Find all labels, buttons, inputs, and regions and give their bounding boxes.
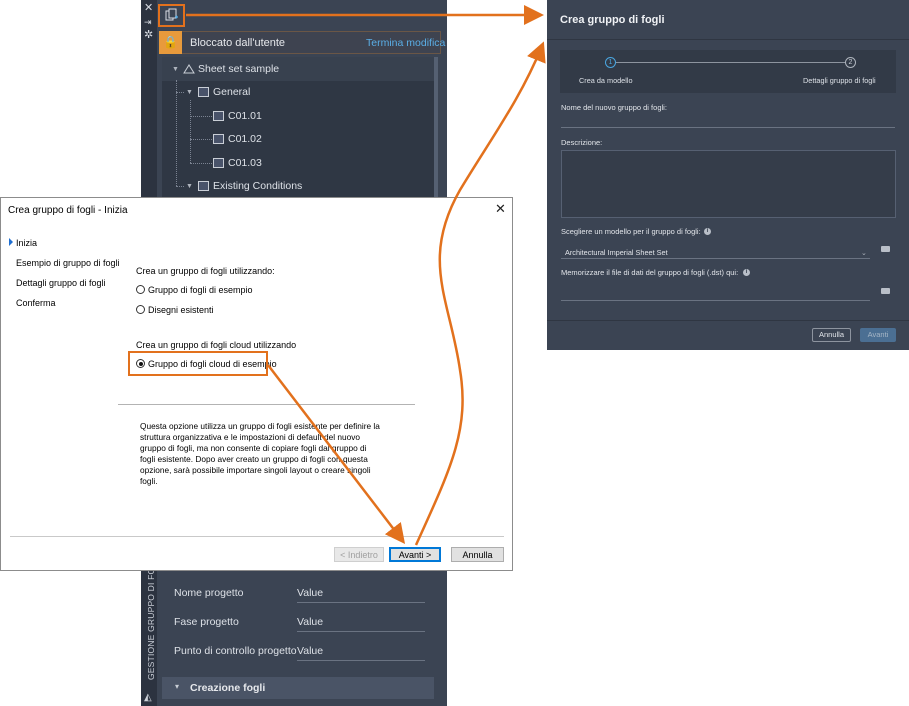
arrow-next-to-form (414, 41, 546, 546)
arrow-option-to-next (267, 364, 406, 544)
callout-arrows (186, 5, 546, 546)
